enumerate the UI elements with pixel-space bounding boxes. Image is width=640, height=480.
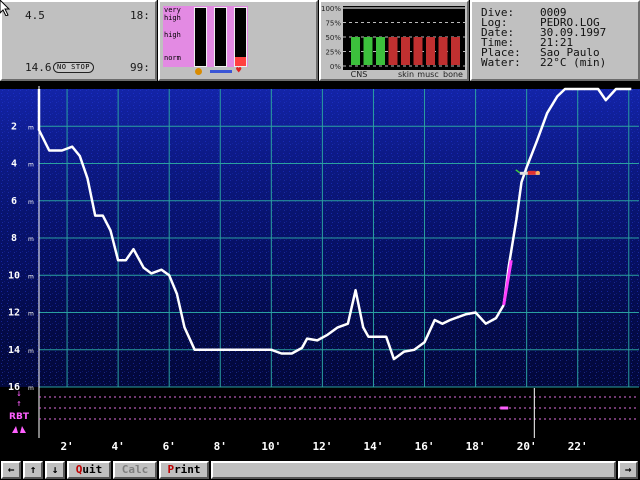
tissue-bar: [438, 37, 448, 65]
no-stop-value: 99:: [130, 61, 150, 74]
y-tick-label: 12: [8, 308, 20, 319]
tissue-bar: [451, 37, 460, 65]
cns-bar: [363, 37, 373, 65]
dive-info-list: Dive: 0009 Log: PEDRO.LOG Date: 30.09.1997 Tim…: [481, 7, 607, 69]
tissue-bar: [413, 37, 423, 65]
y-unit-label: m: [28, 199, 34, 206]
print-button[interactable]: Print: [159, 461, 209, 479]
cns-panel: 100% 75% 50% 25% 0% CNS skin musc bone: [319, 0, 469, 81]
x-tick-label: 12': [312, 440, 332, 453]
scroll-up-button[interactable]: ↑: [23, 461, 43, 479]
cns-axis-label: bone: [443, 70, 463, 79]
scale-label-very-high: high: [164, 14, 181, 22]
y-unit-label: m: [28, 273, 34, 280]
x-tick-label: 2': [60, 440, 73, 453]
x-tick-label: 6': [163, 440, 176, 453]
scroll-down-button[interactable]: ↓: [45, 461, 65, 479]
info-row: Water: 22°C (min): [481, 56, 607, 69]
rbt-arrow-up-icon: ↑: [16, 399, 21, 409]
y-unit-label: m: [28, 311, 34, 318]
cns-tick-label: 25%: [325, 49, 341, 57]
x-tick-label: 22': [568, 440, 588, 453]
saturation-bar-3: [234, 7, 247, 67]
print-label: rint: [174, 463, 201, 476]
saturation-panel: very high high norm ♥: [158, 0, 318, 81]
scale-label-norm: norm: [164, 54, 181, 62]
cns-axis-label: CNS: [351, 70, 368, 79]
ascent-speed-value: 4.5: [25, 9, 45, 22]
cns-tick-label: 75%: [325, 20, 341, 28]
info-value: 22°C (min): [540, 56, 607, 69]
microbubble-icon: [210, 70, 232, 73]
time-left-value: 18:: [130, 9, 150, 22]
cns-tick-label: 50%: [325, 34, 341, 42]
y-tick-label: 10: [8, 270, 20, 281]
tissue-bar: [401, 37, 410, 65]
rbt-label: RBT: [9, 412, 30, 422]
x-tick-label: 4': [112, 440, 125, 453]
y-tick-label: 8: [11, 233, 17, 244]
rbt-arrow-down-icon: ↓: [16, 389, 21, 399]
y-tick-label: 4: [11, 159, 17, 170]
mouse-pointer-icon: [0, 0, 11, 16]
horizontal-scrollbar-track[interactable]: [211, 461, 616, 479]
tissue-bar: [388, 37, 398, 65]
saturation-bar-1: [194, 7, 207, 67]
quit-button[interactable]: Quit: [67, 461, 111, 479]
dive-computer-panel: 4.5 18: 14.6 NO STOP 99:: [0, 0, 157, 81]
quit-label: uit: [82, 463, 103, 476]
x-tick-label: 16': [415, 440, 435, 453]
x-tick-label: 10': [261, 440, 281, 453]
x-tick-label: 14': [364, 440, 384, 453]
y-unit-label: m: [28, 348, 34, 355]
scale-label-high: high: [164, 31, 181, 39]
calc-button[interactable]: Calc: [113, 461, 157, 479]
y-tick-label: 2: [11, 121, 17, 132]
y-unit-label: m: [28, 385, 34, 392]
saturation-bar-2: [214, 7, 227, 67]
cns-bar: [351, 37, 360, 65]
dive-info-panel: Dive: 0009 Log: PEDRO.LOG Date: 30.09.1997 Tim…: [470, 0, 640, 81]
x-tick-label: 18': [466, 440, 486, 453]
cns-chart: 100% 75% 50% 25% 0% CNS skin musc bone: [321, 5, 465, 79]
workload-icon: [195, 68, 202, 75]
no-stop-badge: NO STOP: [53, 62, 95, 73]
cns-tick-label: 0%: [330, 63, 341, 71]
tissue-bar: [426, 37, 435, 65]
max-depth-value: 14.6: [25, 61, 52, 74]
y-unit-label: m: [28, 162, 34, 169]
cns-axis-label: skin: [398, 70, 414, 79]
saturation-bar-3-fill: [235, 57, 246, 66]
cns-axis-label: musc: [417, 70, 438, 79]
y-tick-label: 6: [11, 196, 17, 207]
heart-icon: ♥: [236, 66, 242, 76]
y-tick-label: 14: [8, 345, 20, 356]
scroll-right-button[interactable]: →: [618, 461, 638, 479]
x-tick-label: 20': [517, 440, 537, 453]
x-tick-label: 8': [214, 440, 227, 453]
cns-bar: [376, 37, 385, 65]
scale-label-very: very: [164, 6, 181, 14]
y-unit-label: m: [28, 236, 34, 243]
dive-profile-chart[interactable]: 2 m4 m6 m8 m10 m12 m14 m16 m 2' 4' 6' 8' 10' 12' 14' 16…: [0, 86, 640, 458]
y-unit-label: m: [28, 124, 34, 131]
scroll-left-button[interactable]: ←: [1, 461, 21, 479]
cns-tick-label: 100%: [321, 5, 341, 13]
info-label: Water:: [481, 56, 521, 69]
